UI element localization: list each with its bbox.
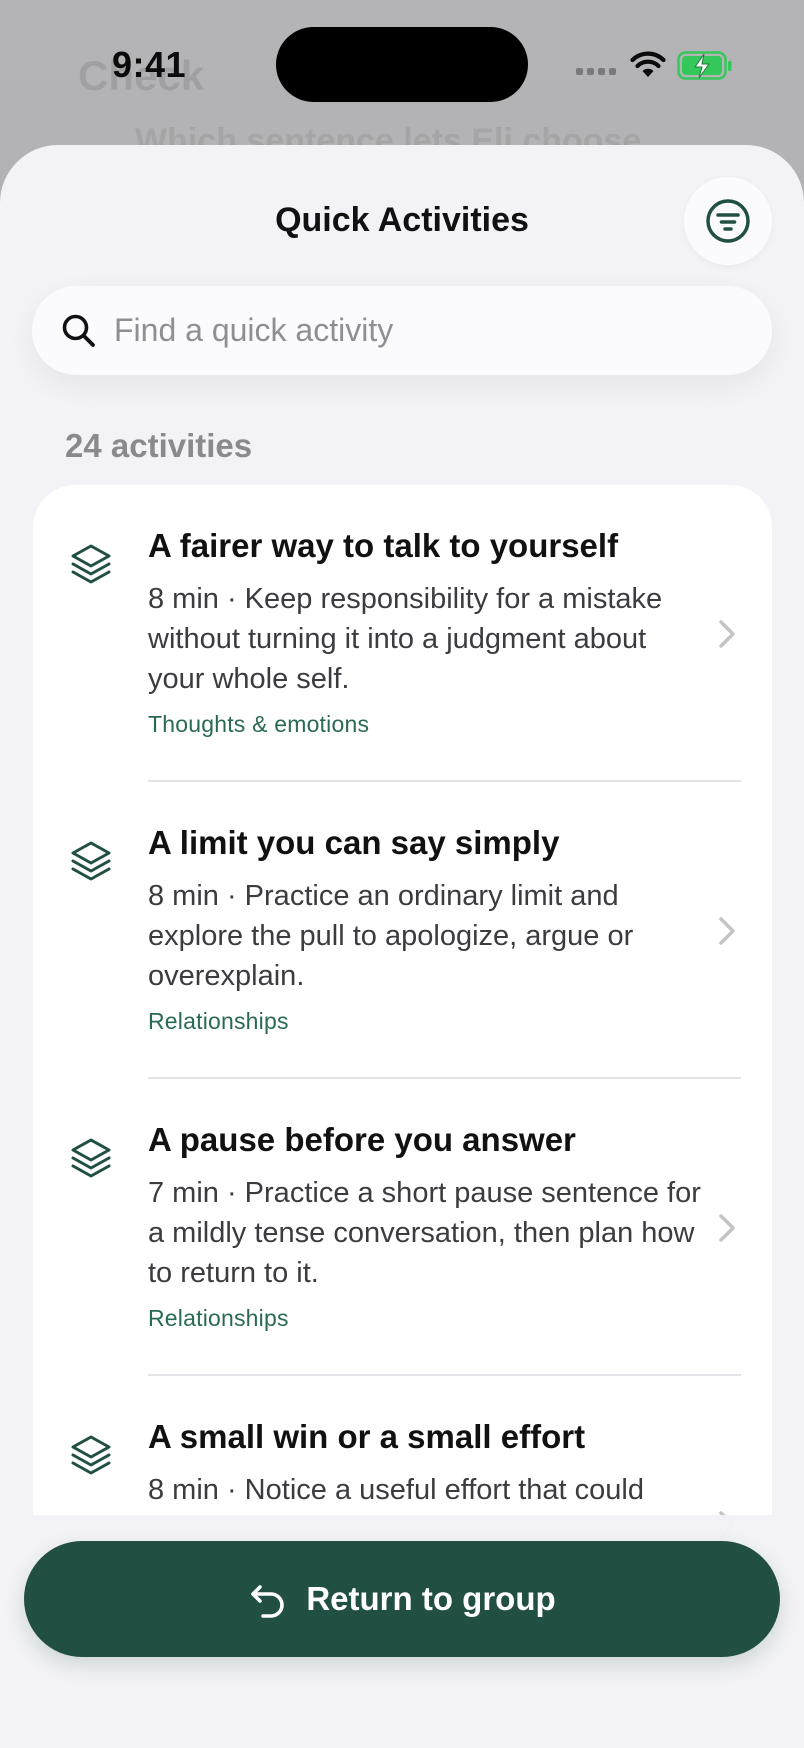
return-arrow-icon — [251, 1585, 285, 1618]
activity-description: 7 min · Practice a short pause sentence … — [148, 1177, 701, 1289]
search-bar[interactable] — [32, 286, 772, 375]
activity-description: 8 min · Notice a useful effort that coul… — [148, 1474, 644, 1506]
return-to-group-button[interactable]: Return to group — [24, 1541, 780, 1657]
dynamic-island — [276, 27, 528, 102]
activity-row[interactable]: A pause before you answer 7 min · Practi… — [33, 1079, 772, 1376]
search-icon — [62, 314, 95, 347]
status-time: 9:41 — [112, 44, 187, 85]
activity-category: Thoughts & emotions — [148, 711, 370, 737]
activity-title: A fairer way to talk to yourself — [148, 527, 619, 564]
activity-row[interactable]: A limit you can say simply 8 min · Pract… — [33, 782, 772, 1079]
layers-icon — [71, 1138, 111, 1178]
chevron-right-icon — [719, 917, 735, 945]
activity-category: Relationships — [148, 1305, 289, 1331]
activity-description: 8 min · Practice an ordinary limit and e… — [148, 880, 634, 992]
chevron-right-icon — [719, 1214, 735, 1242]
activity-category: Relationships — [148, 1008, 289, 1034]
activity-title: A small win or a small effort — [148, 1418, 586, 1455]
activity-description: 8 min · Keep responsibility for a mistak… — [148, 583, 663, 695]
filter-button[interactable] — [684, 177, 772, 265]
activity-title: A limit you can say simply — [148, 824, 560, 861]
layers-icon — [71, 1435, 111, 1475]
battery-charging-icon — [677, 51, 732, 80]
layers-icon — [71, 841, 111, 881]
cellular-signal-icon — [576, 68, 616, 75]
activity-row[interactable]: A fairer way to talk to yourself 8 min ·… — [33, 485, 772, 782]
filter-icon — [706, 199, 750, 243]
wifi-icon — [630, 51, 666, 77]
chevron-right-icon — [719, 620, 735, 648]
search-input[interactable] — [114, 312, 714, 349]
activity-list: A fairer way to talk to yourself 8 min ·… — [33, 485, 772, 1685]
return-button-label: Return to group — [306, 1580, 556, 1617]
quick-activities-sheet: Quick Activities 24 activities A fairer … — [0, 145, 804, 1748]
layers-icon — [71, 544, 111, 584]
activity-title: A pause before you answer — [148, 1121, 576, 1158]
activity-count: 24 activities — [65, 427, 253, 464]
